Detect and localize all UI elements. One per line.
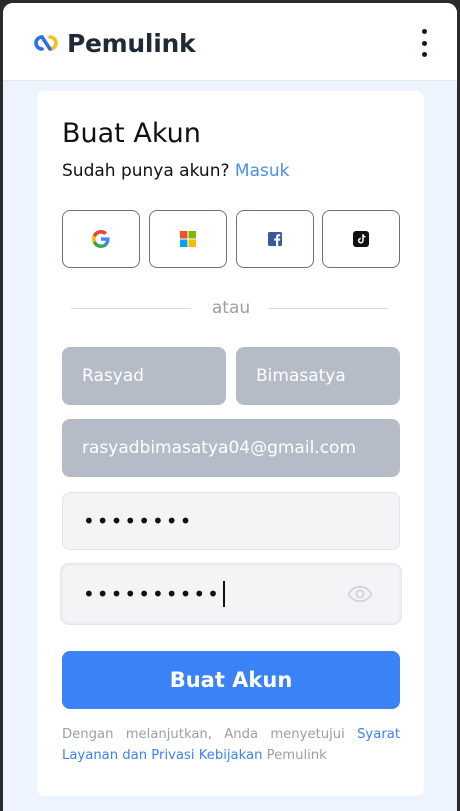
last-name-field[interactable]: Bimasatya — [236, 347, 400, 405]
confirm-password-value: •••••••••• — [83, 582, 221, 606]
google-signup-button[interactable] — [62, 210, 140, 268]
microsoft-signup-button[interactable] — [149, 210, 227, 268]
login-prompt: Sudah punya akun? Masuk — [62, 161, 289, 181]
terms-suffix: Pemulink — [266, 748, 327, 763]
signup-card: Buat Akun Sudah punya akun? Masuk atau R… — [37, 91, 424, 796]
facebook-signup-button[interactable] — [236, 210, 314, 268]
terms-notice: Dengan melanjutkan, Anda menyetujui Syar… — [62, 724, 400, 766]
login-link[interactable]: Masuk — [235, 161, 290, 181]
chain-link-logo-icon — [34, 35, 58, 51]
tiktok-icon — [353, 231, 369, 247]
first-name-field[interactable]: Rasyad — [62, 347, 226, 405]
divider-line-right — [269, 308, 389, 309]
google-icon — [92, 230, 110, 248]
brand-logo[interactable]: Pemulink — [31, 27, 196, 59]
email-value: rasyadbimasatya04@gmail.com — [82, 438, 357, 458]
facebook-icon — [268, 232, 282, 246]
app-header: Pemulink — [3, 3, 457, 81]
confirm-password-field[interactable]: •••••••••• — [61, 564, 401, 624]
kebab-menu-icon[interactable] — [415, 27, 433, 59]
terms-prefix: Dengan melanjutkan, Anda menyetujui — [62, 727, 345, 742]
or-divider: atau — [71, 297, 391, 321]
app-frame: Pemulink Buat Akun Sudah punya akun? Mas… — [3, 3, 457, 811]
first-name-value: Rasyad — [82, 366, 144, 386]
password-value: •••••••• — [83, 509, 194, 533]
login-prompt-text: Sudah punya akun? — [62, 161, 230, 181]
eye-icon[interactable] — [347, 585, 373, 603]
email-field[interactable]: rasyadbimasatya04@gmail.com — [62, 419, 400, 477]
brand-name: Pemulink — [67, 28, 196, 58]
text-caret — [222, 581, 225, 607]
password-field[interactable]: •••••••• — [62, 492, 400, 550]
page-title: Buat Akun — [62, 118, 201, 149]
create-account-button[interactable]: Buat Akun — [62, 651, 400, 709]
microsoft-icon — [180, 231, 196, 247]
last-name-value: Bimasatya — [256, 366, 346, 386]
tiktok-signup-button[interactable] — [322, 210, 400, 268]
